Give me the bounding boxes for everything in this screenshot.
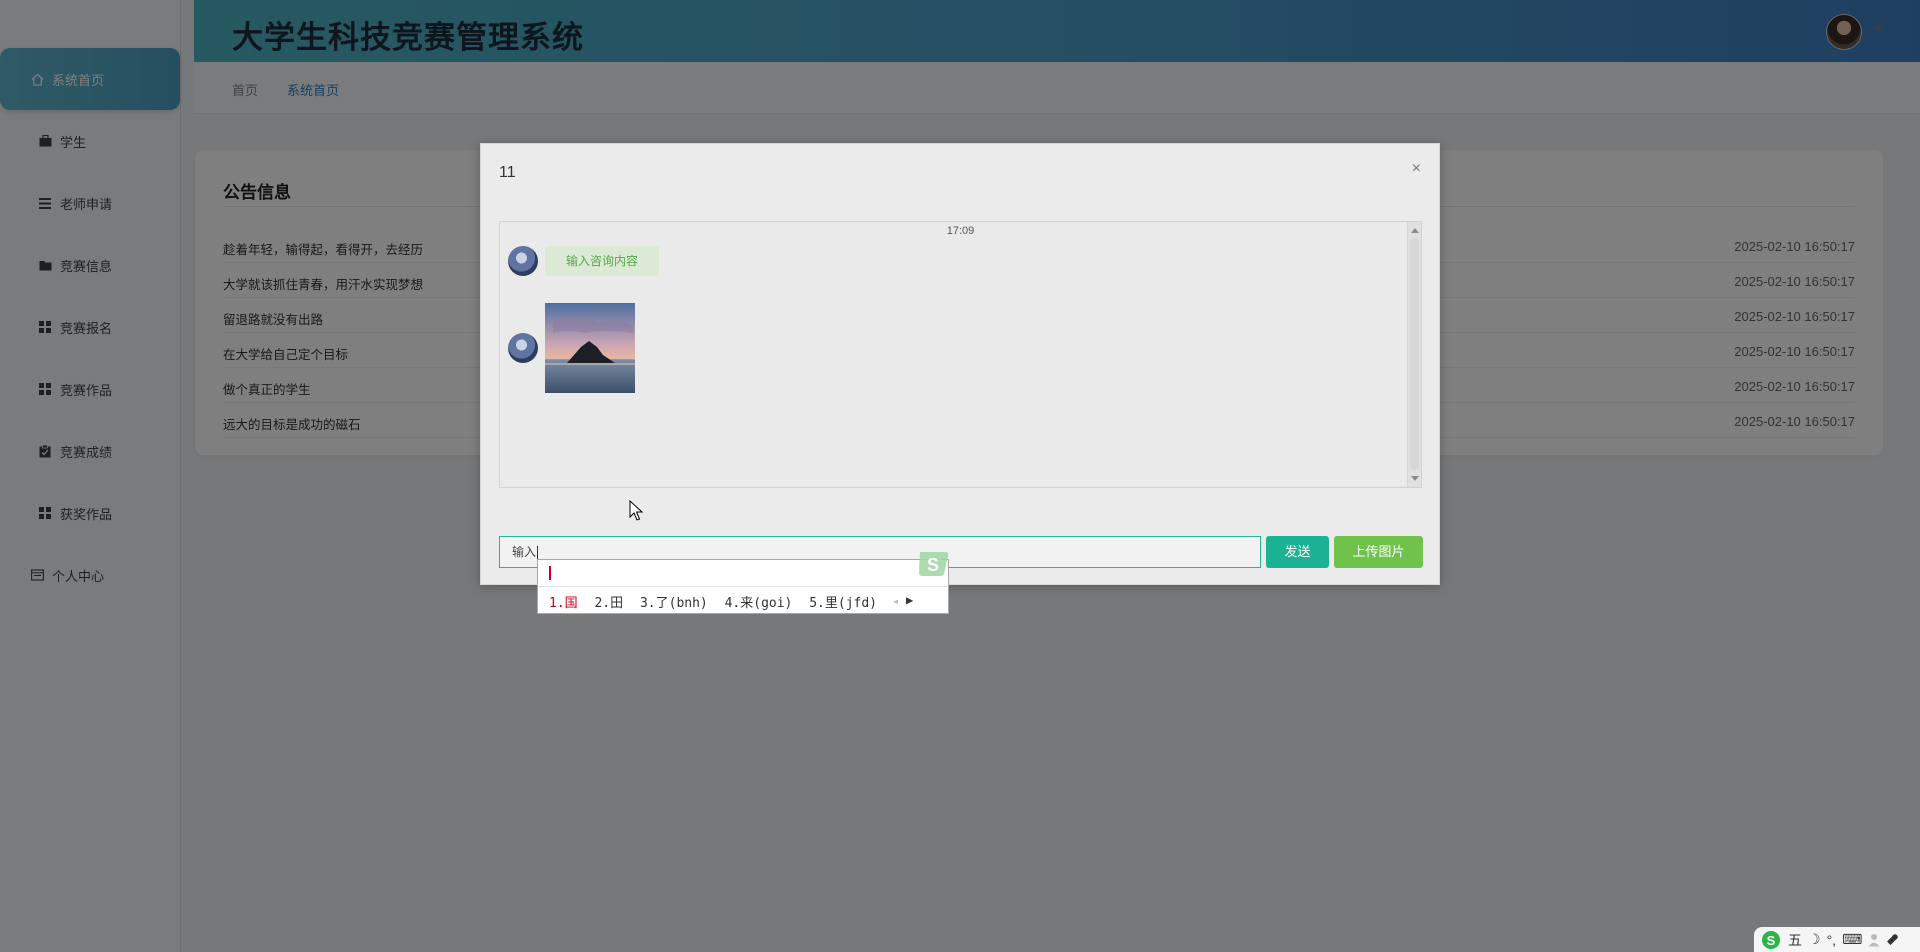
punctuation-icon[interactable]: °, xyxy=(1827,932,1837,948)
text-caret xyxy=(537,545,539,560)
sogou-logo-icon[interactable]: S xyxy=(1760,930,1782,950)
ime-candidate[interactable]: 5.里(jfd) xyxy=(809,596,877,611)
ime-candidates: 1.国 2.田 3.了(bnh) 4.来(goi) 5.里(jfd) xyxy=(549,592,886,611)
avatar xyxy=(508,246,538,276)
ime-candidate[interactable]: 1.国 xyxy=(549,596,578,611)
send-button[interactable]: 发送 xyxy=(1266,536,1329,568)
dialog-title: 11 xyxy=(499,164,516,181)
divider xyxy=(538,586,948,587)
ime-mode-toggle[interactable]: 五 xyxy=(1788,930,1802,950)
ime-candidate-window: 1.国 2.田 3.了(bnh) 4.来(goi) 5.里(jfd) ◂ ▶ S xyxy=(537,552,949,614)
ime-next-page-icon[interactable]: ▶ xyxy=(906,593,913,607)
wrench-icon[interactable] xyxy=(1886,933,1899,946)
mouse-cursor-icon xyxy=(629,500,643,521)
user-icon[interactable] xyxy=(1868,933,1880,947)
avatar xyxy=(508,333,538,363)
chat-message-image[interactable] xyxy=(545,303,635,393)
chat-history[interactable]: 17:09 输入咨询内容 xyxy=(499,221,1422,488)
moon-icon[interactable]: ☽ xyxy=(1808,931,1821,948)
chat-timestamp: 17:09 xyxy=(946,225,975,237)
close-icon[interactable]: × xyxy=(1412,160,1421,178)
scroll-thumb[interactable] xyxy=(1410,238,1419,470)
chat-message-text: 输入咨询内容 xyxy=(545,246,660,276)
chat-input-value: 输入 xyxy=(512,545,537,559)
chat-scrollbar[interactable] xyxy=(1407,222,1421,487)
scroll-up-icon[interactable] xyxy=(1411,228,1419,233)
ime-composition-caret xyxy=(549,566,551,580)
ime-candidate[interactable]: 3.了(bnh) xyxy=(640,596,708,611)
ime-candidate[interactable]: 4.来(goi) xyxy=(725,596,793,611)
scroll-down-icon[interactable] xyxy=(1411,476,1419,481)
sogou-logo-icon: S xyxy=(919,552,949,576)
svg-text:S: S xyxy=(1767,933,1776,948)
ime-prev-page-icon[interactable]: ◂ xyxy=(892,594,899,608)
chat-dialog: 11 × 17:09 输入咨询内容 输入 发送 上传图片 xyxy=(480,143,1440,585)
svg-text:S: S xyxy=(927,555,939,575)
keyboard-icon[interactable]: ⌨ xyxy=(1842,931,1862,948)
upload-image-button[interactable]: 上传图片 xyxy=(1334,536,1423,568)
ime-candidate[interactable]: 2.田 xyxy=(594,596,623,611)
ime-toolbar: S 五 ☽ °, ⌨ xyxy=(1754,927,1920,952)
